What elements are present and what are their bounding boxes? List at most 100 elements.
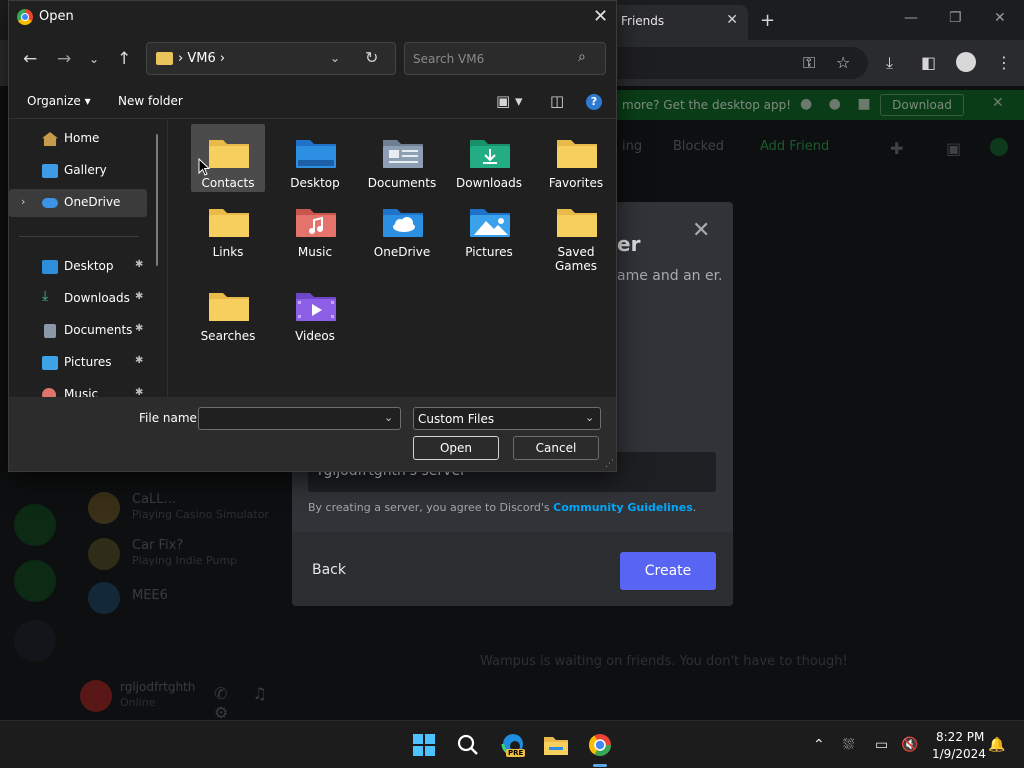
menu-icon[interactable]: ⋮	[996, 53, 1012, 72]
back-button[interactable]: Back	[312, 562, 346, 578]
open-button[interactable]: Open	[413, 436, 499, 460]
add-server-icon[interactable]	[14, 504, 56, 546]
folder-music[interactable]: Music	[278, 193, 352, 261]
restore-icon[interactable]: ❐	[949, 10, 962, 26]
clock-time[interactable]: 8:22 PM	[936, 730, 984, 744]
tab-close-icon[interactable]: ✕	[726, 12, 738, 28]
create-button[interactable]: Create	[620, 552, 716, 590]
refresh-icon[interactable]: ↻	[365, 48, 378, 67]
new-group-dm-icon[interactable]: ✚	[890, 139, 903, 158]
search-icon[interactable]	[452, 729, 484, 761]
pane-divider[interactable]	[167, 119, 168, 397]
up-arrow-icon[interactable]: ↑	[117, 49, 131, 69]
file-explorer-icon[interactable]	[540, 729, 572, 761]
chevron-up-icon[interactable]: ⌃	[813, 737, 825, 753]
resize-grip-icon[interactable]: ⋰	[605, 459, 614, 469]
sidebar-item-pictures[interactable]: Pictures ✱	[9, 349, 147, 377]
dm-row[interactable]: MEE6	[88, 578, 308, 618]
modal-close-icon[interactable]: ✕	[692, 218, 710, 243]
minimize-icon[interactable]: —	[904, 10, 918, 26]
dm-row[interactable]: CaLL… Playing Casino Simulator	[88, 488, 308, 528]
user-controls[interactable]: ✆ ♫ ⚙	[214, 684, 310, 722]
profile-avatar[interactable]	[956, 52, 976, 72]
chevron-down-icon[interactable]: ⌄	[384, 411, 393, 424]
recent-locations-chevron-icon[interactable]: ⌄	[89, 52, 99, 66]
help-icon[interactable]: ?	[586, 94, 602, 110]
folder-pictures[interactable]: Pictures	[452, 193, 526, 261]
sidebar-item-downloads[interactable]: ⤓ Downloads ✱	[9, 285, 147, 313]
folder-label: Videos	[295, 329, 335, 343]
new-tab-button[interactable]: +	[760, 10, 775, 31]
sidebar-item-music[interactable]: Music ✱	[9, 381, 147, 397]
explore-icon[interactable]	[14, 560, 56, 602]
download-apps-icon[interactable]	[14, 620, 56, 662]
sidebar-item-onedrive[interactable]: › OneDrive	[9, 189, 147, 217]
side-panel-icon[interactable]: ◧	[921, 53, 936, 72]
key-icon[interactable]: ⚿	[803, 53, 815, 73]
folder-saved-games[interactable]: Saved Games	[539, 193, 613, 273]
search-box[interactable]: ⌕	[404, 42, 606, 75]
clock-date[interactable]: 1/9/2024	[932, 747, 986, 761]
nav-blocked[interactable]: Blocked	[673, 139, 724, 154]
chevron-down-icon[interactable]: ⌄	[330, 51, 340, 65]
folder-searches[interactable]: Searches	[191, 277, 265, 345]
community-guidelines-link[interactable]: Community Guidelines	[553, 501, 693, 514]
file-name-label: File name:	[139, 411, 201, 425]
file-type-select[interactable]: Custom Files ⌄	[413, 407, 601, 430]
dm-row[interactable]: Car Fix? Playing Indie Pump	[88, 534, 308, 574]
folder-videos[interactable]: Videos	[278, 277, 352, 345]
scrollbar[interactable]	[156, 134, 158, 266]
pin-icon[interactable]: ✱	[135, 387, 143, 397]
sidebar-item-home[interactable]: Home	[9, 125, 147, 153]
dialog-close-icon[interactable]: ✕	[593, 6, 608, 27]
nav-pending[interactable]: ing	[622, 139, 642, 154]
download-icon[interactable]: ⤓	[886, 53, 893, 73]
new-folder-button[interactable]: New folder	[118, 94, 183, 108]
breadcrumb-current[interactable]: VM6	[187, 51, 215, 66]
forward-arrow-icon[interactable]: →	[57, 49, 71, 69]
banner-close-icon[interactable]: ✕	[992, 95, 1004, 111]
network-icon[interactable]: ⛆	[843, 737, 854, 753]
chrome-icon[interactable]	[584, 729, 616, 761]
address-breadcrumb[interactable]: › VM6 › ⌄ ↻	[146, 42, 396, 75]
search-input[interactable]	[413, 49, 573, 69]
avatar[interactable]	[80, 680, 112, 712]
organize-button[interactable]: Organize ▾	[27, 94, 91, 108]
edge-icon[interactable]: PRE	[497, 729, 529, 761]
file-name-input[interactable]	[203, 410, 373, 428]
banner-download-button[interactable]: Download	[880, 94, 964, 116]
volume-muted-icon[interactable]: 🔇	[901, 737, 918, 753]
folder-documents[interactable]: Documents	[365, 124, 439, 192]
pin-icon[interactable]: ✱	[135, 259, 143, 270]
notification-bell-icon[interactable]: 🔔	[988, 737, 1005, 753]
sidebar-item-documents[interactable]: Documents ✱	[9, 317, 147, 345]
pin-icon[interactable]: ✱	[135, 323, 143, 334]
folder-onedrive[interactable]: OneDrive	[365, 193, 439, 261]
cancel-button[interactable]: Cancel	[513, 436, 599, 460]
sidebar-item-desktop[interactable]: Desktop ✱	[9, 253, 147, 281]
back-arrow-icon[interactable]: ←	[23, 49, 37, 69]
start-icon[interactable]	[408, 729, 440, 761]
dm-name: MEE6	[132, 588, 168, 603]
star-icon[interactable]: ☆	[836, 53, 850, 72]
expand-chevron-icon[interactable]: ›	[21, 195, 25, 208]
breadcrumb[interactable]: › VM6 ›	[178, 51, 225, 66]
pin-icon[interactable]: ✱	[135, 355, 143, 366]
address-bar[interactable]	[618, 47, 868, 79]
inbox-icon[interactable]: ▣	[946, 139, 961, 158]
pin-icon[interactable]: ✱	[135, 291, 143, 302]
search-icon[interactable]: ⌕	[578, 49, 586, 65]
help-circle-icon[interactable]	[990, 138, 1008, 156]
folder-links[interactable]: Links	[191, 193, 265, 261]
view-options-icon[interactable]: ▣ ▾	[496, 92, 522, 110]
folder-downloads[interactable]: Downloads	[452, 124, 526, 192]
close-window-icon[interactable]: ✕	[994, 10, 1006, 26]
tab-friends[interactable]: Friends ✕	[610, 5, 748, 40]
preview-pane-icon[interactable]: ◫	[550, 92, 564, 110]
folder-favorites[interactable]: Favorites	[539, 124, 613, 192]
display-icon[interactable]: ▭	[875, 737, 888, 753]
file-name-field[interactable]: ⌄	[198, 407, 401, 430]
folder-desktop[interactable]: Desktop	[278, 124, 352, 192]
nav-add-friend[interactable]: Add Friend	[760, 139, 829, 154]
sidebar-item-gallery[interactable]: Gallery	[9, 157, 147, 185]
